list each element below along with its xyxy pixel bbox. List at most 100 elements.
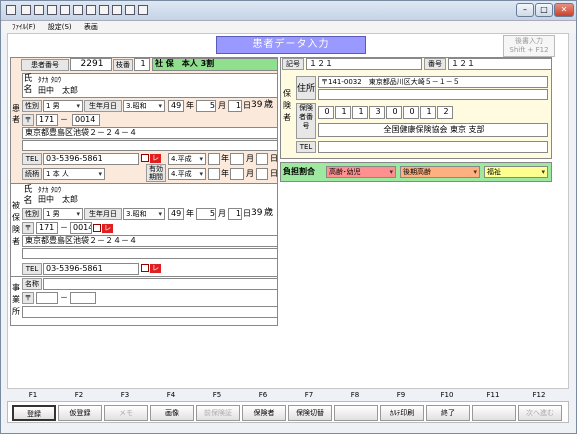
postal-dash: － <box>60 115 68 124</box>
next-button[interactable]: 次へ進む <box>518 405 562 421</box>
burden-elder-select[interactable]: 後期高齢 <box>400 166 480 178</box>
insured-postal-1[interactable]: 171 <box>36 222 58 234</box>
insured-kana[interactable]: ﾀﾅｶ ﾀﾛｳ <box>38 185 61 195</box>
insured-postal-checkbox[interactable] <box>93 224 101 232</box>
toolbar-icon[interactable] <box>138 5 148 15</box>
menu-bar: ﾌｧｲﾙ(F) 設定(S) 表画 <box>2 21 576 33</box>
menu-view[interactable]: 表画 <box>84 23 98 31</box>
insurer-name[interactable]: 全国健康保険協会 東京 支部 <box>318 123 548 137</box>
patient-kana[interactable]: ﾀﾅｶ ﾀﾛｳ <box>38 75 61 85</box>
toolbar-icon[interactable] <box>60 5 70 15</box>
insured-year[interactable]: 49 <box>168 208 184 220</box>
insured-address-2[interactable] <box>22 248 278 259</box>
business-address[interactable] <box>22 306 278 318</box>
validity-to-era[interactable]: 4.平成 <box>168 168 206 180</box>
toolbar-icon[interactable] <box>34 5 44 15</box>
insurer-digit[interactable]: 3 <box>369 106 385 119</box>
validity-to-month[interactable] <box>230 168 244 180</box>
insurer-digit[interactable]: 0 <box>318 106 334 119</box>
toolbar-icon[interactable] <box>86 5 96 15</box>
birth-year-field[interactable]: 49 <box>168 100 184 112</box>
toolbar-icon[interactable] <box>21 5 31 15</box>
insurer-button[interactable]: 保険者 <box>242 405 286 421</box>
tel-label: TEL <box>22 153 42 165</box>
patient-number-label: 患者番号 <box>21 59 69 71</box>
toolbar-icon[interactable] <box>125 5 135 15</box>
postal-mark: 〒 <box>22 222 34 234</box>
insured-tel-checkbox[interactable] <box>141 264 149 272</box>
burden-welfare-select[interactable]: 福祉 <box>484 166 548 178</box>
insured-day[interactable]: 1 <box>228 208 242 220</box>
business-side-label: 事業所 <box>12 283 20 316</box>
era-select[interactable]: 3.昭和 <box>123 100 165 112</box>
patient-side-label: 患者 <box>12 104 20 124</box>
toolbar-icon[interactable] <box>73 5 83 15</box>
insured-sex-select[interactable]: 1 男 <box>43 208 83 220</box>
day-unit: 日 <box>243 209 251 218</box>
menu-settings[interactable]: 設定(S) <box>48 23 72 31</box>
patient-address-2[interactable] <box>22 140 278 151</box>
menu-file[interactable]: ﾌｧｲﾙ(F) <box>12 23 36 31</box>
insurer-tel[interactable] <box>318 141 548 153</box>
insurer-digit[interactable]: 0 <box>403 106 419 119</box>
insured-month[interactable]: 5 <box>196 208 216 220</box>
memo-button[interactable]: メモ <box>104 405 148 421</box>
postal-mark: 〒 <box>22 114 34 126</box>
insured-name[interactable]: 田中 太郎 <box>38 195 78 205</box>
birth-day-field[interactable]: 1 <box>228 100 242 112</box>
day-unit: 日 <box>243 101 251 110</box>
insurer-digit[interactable]: 2 <box>437 106 453 119</box>
f11-button[interactable] <box>472 405 516 421</box>
validity-from-year[interactable] <box>208 153 220 165</box>
toolbar-icon[interactable] <box>47 5 57 15</box>
business-postal-2[interactable] <box>70 292 96 304</box>
tel-checkbox[interactable] <box>141 154 149 162</box>
chart-print-button[interactable]: ｶﾙﾃ印刷 <box>380 405 424 421</box>
insured-address[interactable]: 東京都豊島区池袋２－２４－４ <box>22 235 278 247</box>
insurer-digit[interactable]: 1 <box>420 106 436 119</box>
insurer-address[interactable]: 〒141-0032 東京都品川区大崎５－１－５ <box>318 76 548 88</box>
insurance-switch-button[interactable]: 保険切替 <box>288 405 332 421</box>
help-icon[interactable] <box>112 5 122 15</box>
birth-month-field[interactable]: 5 <box>196 100 216 112</box>
image-button[interactable]: 画像 <box>150 405 194 421</box>
month-unit: 月 <box>218 209 226 218</box>
insured-postal-2[interactable]: 0014 <box>70 222 92 234</box>
maximize-button[interactable]: □ <box>535 3 553 17</box>
insurer-digit[interactable]: 0 <box>386 106 402 119</box>
validity-to-day[interactable] <box>256 168 268 180</box>
insured-era-select[interactable]: 3.昭和 <box>123 208 165 220</box>
burden-child-select[interactable]: 高齢･幼児 <box>326 166 396 178</box>
insurer-address-2[interactable] <box>318 89 548 100</box>
insurer-digit[interactable]: 1 <box>352 106 368 119</box>
prev-insurance-button[interactable]: 前保険証 <box>196 405 240 421</box>
symbol-field[interactable]: １２１ <box>306 58 422 70</box>
close-button[interactable]: ✕ <box>554 3 574 17</box>
validity-from-day[interactable] <box>256 153 268 165</box>
postwrite-button[interactable]: 後書入力 Shift + F12 <box>503 35 555 57</box>
business-name-field[interactable] <box>43 278 278 290</box>
validity-from-era[interactable]: 4.平成 <box>168 153 206 165</box>
postal-code-2[interactable]: 0014 <box>72 114 100 126</box>
number-field[interactable]: １２１ <box>448 58 552 70</box>
patient-number-field[interactable]: 2291 <box>70 58 112 71</box>
patient-name[interactable]: 田中 太郎 <box>38 86 78 96</box>
minimize-button[interactable]: – <box>516 3 534 17</box>
patient-address[interactable]: 東京都豊島区池袋２－２４－４ <box>22 127 278 139</box>
f8-button[interactable] <box>334 405 378 421</box>
business-postal-1[interactable] <box>36 292 58 304</box>
postal-code-1[interactable]: 171 <box>36 114 58 126</box>
insurer-digit[interactable]: 1 <box>335 106 351 119</box>
insured-tel[interactable]: 03-5396-5861 <box>43 263 139 275</box>
patient-tel[interactable]: 03-5396-5861 <box>43 153 139 165</box>
relation-select[interactable]: 1 本 人 <box>43 168 105 180</box>
validity-to-year[interactable] <box>208 168 220 180</box>
temp-register-button[interactable]: 仮登録 <box>58 405 102 421</box>
register-button[interactable]: 登録 <box>12 405 56 421</box>
validity-from-month[interactable] <box>230 153 244 165</box>
branch-field[interactable]: 1 <box>134 58 150 71</box>
exit-button[interactable]: 終了 <box>426 405 470 421</box>
sex-select[interactable]: 1 男 <box>43 100 83 112</box>
page-title: 患者データ入力 <box>216 36 366 54</box>
toolbar-icon[interactable] <box>99 5 109 15</box>
